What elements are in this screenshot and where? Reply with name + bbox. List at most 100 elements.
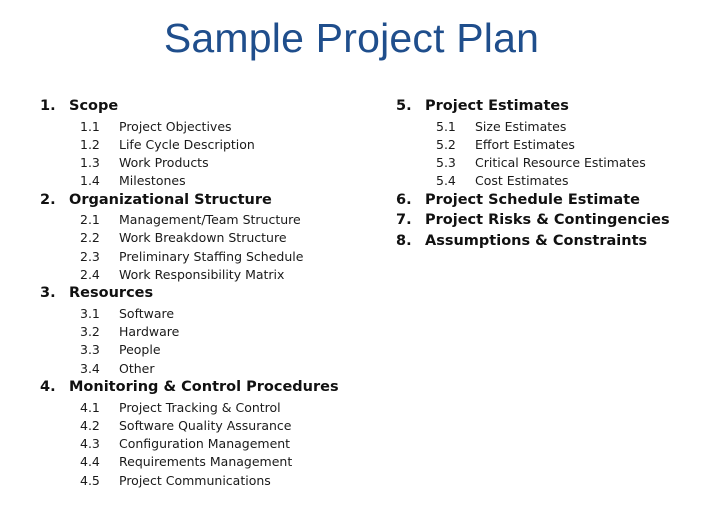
subsection-list: 2.1 Management/Team Structure 2.2 Work Bre… (40, 212, 360, 285)
subsection-item: 3.1 Software (40, 306, 360, 324)
subsection-item: 2.2 Work Breakdown Structure (40, 230, 360, 248)
subsection-item: 1.3 Work Products (40, 155, 360, 173)
section-number: 3. (40, 285, 56, 302)
outline-left-column: 1. Scope 1.1 Project Objectives 1.2 Life C… (40, 98, 360, 491)
subsection-number: 1.4 (80, 173, 100, 189)
section-label: Project Schedule Estimate (425, 191, 640, 208)
section-project-risks: 7. Project Risks & Contingencies (396, 212, 696, 233)
subsection-label: Management/Team Structure (119, 212, 301, 228)
subsection-item: 5.2 Effort Estimates (396, 137, 696, 155)
subsection-number: 2.2 (80, 230, 100, 246)
subsection-label: Work Responsibility Matrix (119, 267, 285, 283)
subsection-label: Other (119, 360, 155, 376)
slide-title: Sample Project Plan (163, 15, 540, 61)
section-number: 4. (40, 379, 56, 396)
subsection-label: Hardware (119, 324, 180, 340)
subsection-number: 2.4 (80, 267, 100, 283)
section-label: Scope (69, 98, 119, 114)
subsection-item: 4.1 Project Tracking & Control (40, 400, 360, 418)
section-label: Project Estimates (425, 98, 569, 114)
section-heading: 1. Scope (40, 98, 360, 119)
subsection-number: 3.2 (80, 324, 100, 340)
subsection-item: 4.4 Requirements Management (40, 454, 360, 472)
subsection-number: 2.3 (80, 248, 100, 264)
subsection-item: 5.4 Cost Estimates (396, 173, 696, 191)
subsection-number: 5.3 (436, 155, 456, 171)
subsection-label: Effort Estimates (475, 136, 575, 152)
section-label: Organizational Structure (69, 191, 272, 208)
slide: Sample Project Plan 1. Scope 1.1 Project … (0, 0, 703, 517)
subsection-item: 5.3 Critical Resource Estimates (396, 155, 696, 173)
subsection-item: 5.1 Size Estimates (396, 119, 696, 137)
section-heading: 5. Project Estimates (396, 98, 696, 119)
subsection-number: 2.1 (80, 212, 100, 228)
subsection-number: 3.4 (80, 360, 100, 376)
section-number: 6. (396, 191, 412, 208)
subsection-label: Work Products (119, 155, 209, 171)
subsection-number: 1.3 (80, 155, 100, 171)
subsection-item: 4.2 Software Quality Assurance (40, 418, 360, 436)
subsection-label: Preliminary Staffing Schedule (119, 248, 304, 264)
subsection-item: 2.3 Preliminary Staffing Schedule (40, 249, 360, 267)
subsection-item: 3.3 People (40, 342, 360, 360)
subsection-number: 5.4 (436, 173, 456, 189)
section-heading: 8. Assumptions & Constraints (396, 233, 696, 254)
section-number: 7. (396, 212, 412, 229)
subsection-label: Size Estimates (475, 118, 567, 134)
subsection-item: 2.4 Work Responsibility Matrix (40, 267, 360, 285)
section-number: 1. (40, 98, 56, 114)
subsection-number: 4.4 (80, 454, 100, 470)
section-heading: 4. Monitoring & Control Procedures (40, 379, 360, 400)
subsection-number: 5.1 (436, 118, 456, 134)
section-monitoring-control: 4. Monitoring & Control Procedures 4.1 Pr… (40, 379, 360, 491)
subsection-item: 1.1 Project Objectives (40, 119, 360, 137)
section-label: Project Risks & Contingencies (425, 212, 670, 229)
section-scope: 1. Scope 1.1 Project Objectives 1.2 Life C… (40, 98, 360, 192)
subsection-label: Work Breakdown Structure (119, 230, 287, 246)
subsection-item: 2.1 Management/Team Structure (40, 212, 360, 230)
section-number: 2. (40, 191, 56, 208)
subsection-label: People (119, 342, 161, 358)
subsection-number: 4.5 (80, 472, 100, 488)
section-resources: 3. Resources 3.1 Software 3.2 Hardware 3.3… (40, 285, 360, 379)
subsection-label: Configuration Management (119, 436, 291, 452)
subsection-number: 3.1 (80, 305, 100, 321)
section-heading: 3. Resources (40, 285, 360, 306)
subsection-list: 4.1 Project Tracking & Control 4.2 Softwar… (40, 400, 360, 491)
subsection-list: 1.1 Project Objectives 1.2 Life Cycle Desc… (40, 119, 360, 192)
section-project-estimates: 5. Project Estimates 5.1 Size Estimates 5… (396, 98, 696, 192)
section-label: Assumptions & Constraints (425, 232, 648, 249)
section-number: 8. (396, 232, 412, 249)
subsection-number: 1.2 (80, 136, 100, 152)
section-heading: 7. Project Risks & Contingencies (396, 212, 696, 233)
subsection-number: 3.3 (80, 342, 100, 358)
subsection-label: Life Cycle Description (119, 136, 255, 152)
section-assumptions-constraints: 8. Assumptions & Constraints (396, 233, 696, 254)
section-label: Monitoring & Control Procedures (69, 379, 339, 396)
section-heading: 2. Organizational Structure (40, 192, 360, 213)
subsection-item: 1.2 Life Cycle Description (40, 137, 360, 155)
subsection-list: 3.1 Software 3.2 Hardware 3.3 People 3.4 Oth… (40, 306, 360, 379)
subsection-label: Requirements Management (119, 454, 293, 470)
subsection-label: Project Tracking & Control (119, 399, 281, 415)
subsection-number: 4.3 (80, 436, 100, 452)
subsection-label: Project Objectives (119, 118, 232, 134)
subsection-item: 3.4 Other (40, 361, 360, 379)
outline-right-column: 5. Project Estimates 5.1 Size Estimates 5… (396, 98, 696, 253)
subsection-list: 5.1 Size Estimates 5.2 Effort Estimates 5.… (396, 119, 696, 192)
section-number: 5. (396, 98, 412, 114)
subsection-label: Milestones (119, 173, 186, 189)
section-heading: 6. Project Schedule Estimate (396, 192, 696, 213)
subsection-number: 4.2 (80, 417, 100, 433)
subsection-item: 4.5 Project Communications (40, 473, 360, 491)
section-organizational-structure: 2. Organizational Structure 2.1 Managemen… (40, 192, 360, 286)
section-project-schedule-estimate: 6. Project Schedule Estimate (396, 192, 696, 213)
subsection-item: 3.2 Hardware (40, 324, 360, 342)
subsection-number: 5.2 (436, 136, 456, 152)
section-label: Resources (69, 285, 154, 302)
subsection-item: 4.3 Configuration Management (40, 436, 360, 454)
subsection-label: Software (119, 305, 175, 321)
subsection-label: Project Communications (119, 472, 271, 488)
subsection-label: Cost Estimates (475, 173, 569, 189)
subsection-label: Software Quality Assurance (119, 417, 292, 433)
